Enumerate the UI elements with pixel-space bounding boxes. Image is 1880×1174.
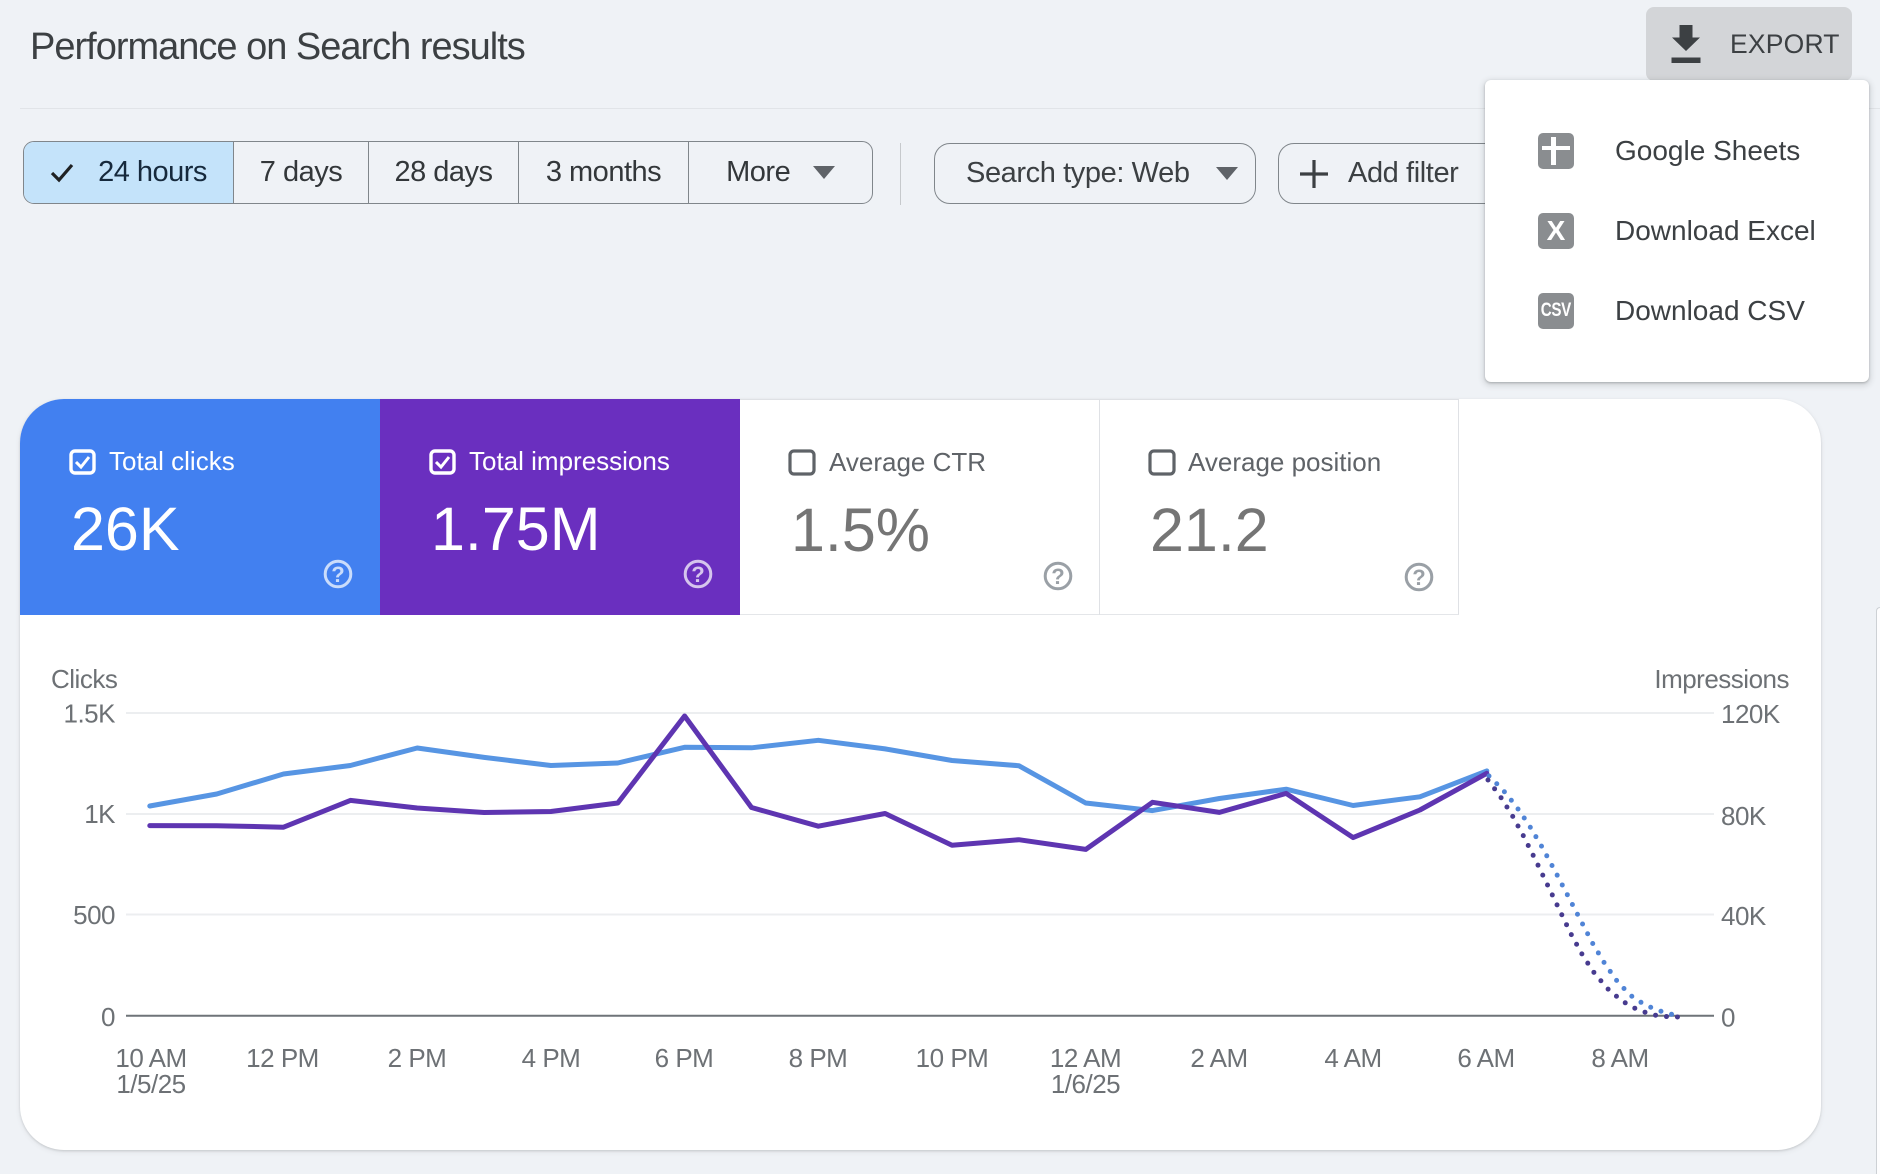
svg-text:?: ? — [1412, 565, 1425, 590]
svg-text:?: ? — [691, 562, 704, 587]
svg-text:?: ? — [331, 562, 344, 587]
svg-text:?: ? — [1051, 564, 1064, 589]
